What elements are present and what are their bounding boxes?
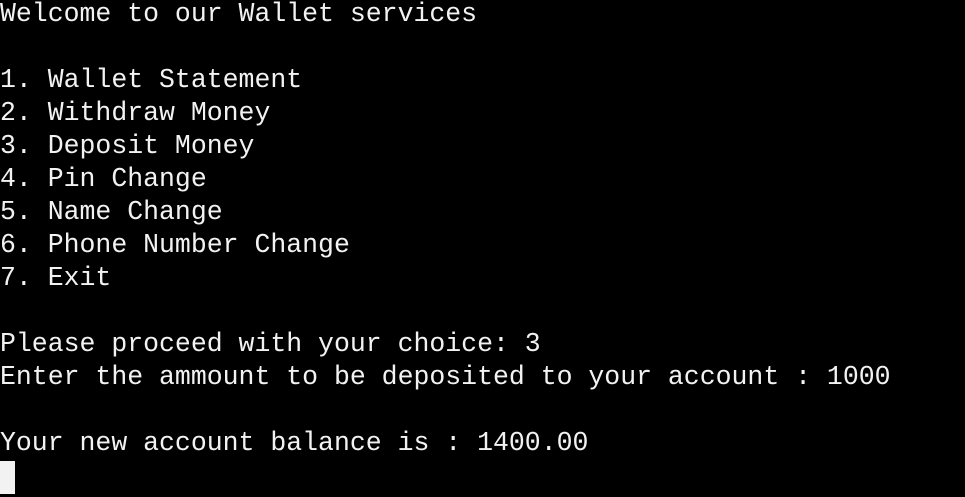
- balance-message-line: Your new account balance is : 1400.00: [0, 428, 589, 458]
- menu-item-exit: 7. Exit: [0, 263, 112, 293]
- terminal-window[interactable]: Welcome to our Wallet services 1. Wallet…: [0, 0, 965, 497]
- deposit-prompt-line: Enter the ammount to be deposited to you…: [0, 362, 891, 392]
- choice-prompt-line: Please proceed with your choice: 3: [0, 329, 541, 359]
- menu-item-name-change: 5. Name Change: [0, 197, 223, 227]
- menu-item-deposit-money: 3. Deposit Money: [0, 131, 255, 161]
- menu-item-withdraw-money: 2. Withdraw Money: [0, 98, 271, 128]
- terminal-cursor[interactable]: [0, 461, 15, 494]
- menu-item-phone-number-change: 6. Phone Number Change: [0, 230, 350, 260]
- welcome-line: Welcome to our Wallet services: [0, 0, 478, 29]
- menu-item-wallet-statement: 1. Wallet Statement: [0, 65, 303, 95]
- menu-item-pin-change: 4. Pin Change: [0, 164, 207, 194]
